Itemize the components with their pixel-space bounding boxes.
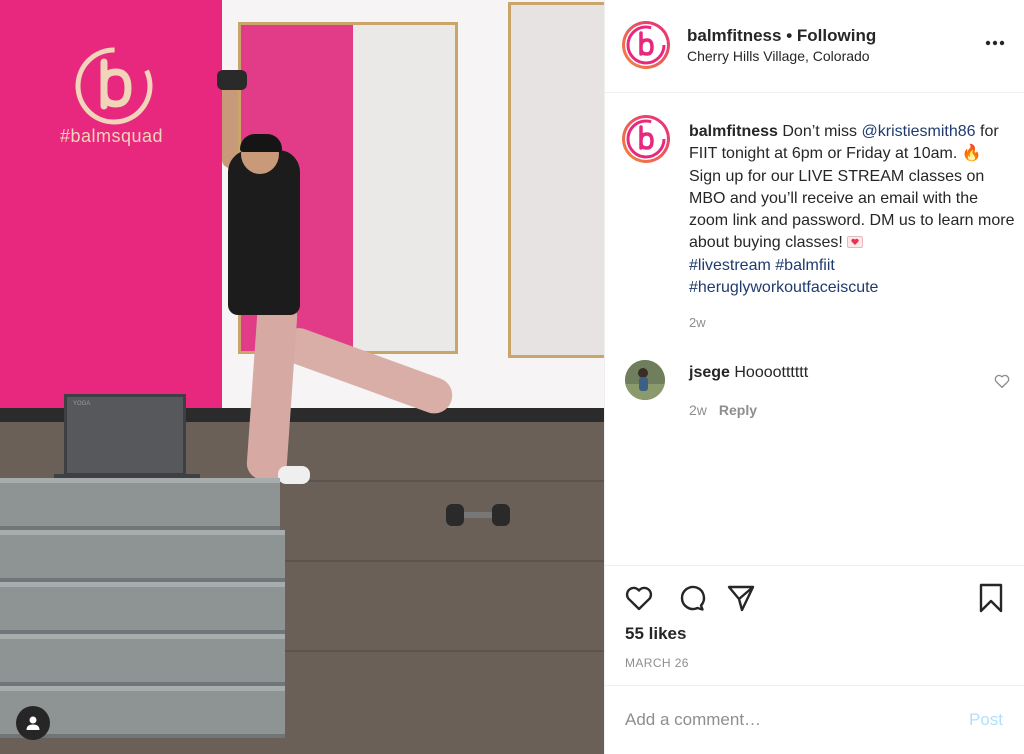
comment-input[interactable] bbox=[625, 706, 945, 734]
more-options-button[interactable] bbox=[977, 28, 1013, 58]
avatar[interactable] bbox=[621, 20, 671, 70]
reply-button[interactable]: Reply bbox=[719, 402, 757, 418]
follow-button[interactable]: Following bbox=[797, 26, 876, 45]
person-torso bbox=[228, 150, 300, 315]
caption-text-part: Don’t miss bbox=[777, 123, 862, 140]
post-panel: balmfitness • Following Cherry Hills Vil… bbox=[604, 0, 1024, 754]
caption-text: balmfitness Don’t miss @kristiesmith86 f… bbox=[689, 121, 1015, 299]
step-platform bbox=[0, 478, 280, 530]
mention-link[interactable]: @kristiesmith86 bbox=[862, 123, 976, 140]
comment-body: Hooootttttt bbox=[734, 364, 809, 381]
more-options-icon bbox=[985, 40, 1005, 46]
caption-timestamp[interactable]: 2w bbox=[689, 315, 706, 330]
dumbbell-raised bbox=[217, 70, 247, 90]
comment-bubble-icon[interactable] bbox=[675, 582, 707, 614]
action-bar: 55 likes MARCH 26 bbox=[605, 565, 1024, 685]
wall-logo-text: #balmsquad bbox=[60, 126, 164, 146]
laptop: YOGA bbox=[64, 394, 186, 476]
hashtag-link[interactable]: #heruglyworkoutfaceiscute bbox=[689, 279, 878, 296]
person-icon bbox=[26, 716, 40, 730]
post-comment-button[interactable]: Post bbox=[969, 710, 1003, 730]
tagged-users-button[interactable] bbox=[16, 706, 50, 740]
add-comment-bar: Post bbox=[605, 685, 1024, 754]
post-photo[interactable]: #balmsquad YOGA bbox=[0, 0, 604, 754]
person-shoe bbox=[278, 466, 310, 484]
hashtag-link[interactable]: #livestream bbox=[689, 257, 771, 274]
heart-outline-icon[interactable] bbox=[623, 582, 655, 614]
hashtag-link[interactable]: #balmfiit bbox=[775, 257, 835, 274]
avatar[interactable] bbox=[621, 114, 671, 164]
step-platform bbox=[0, 530, 285, 582]
heart-outline-icon[interactable] bbox=[993, 372, 1011, 390]
post-header: balmfitness • Following Cherry Hills Vil… bbox=[605, 0, 1024, 93]
commenter-avatar[interactable] bbox=[625, 360, 665, 400]
comment-timestamp[interactable]: 2w bbox=[689, 402, 707, 418]
post-date[interactable]: MARCH 26 bbox=[625, 656, 689, 670]
step-platform bbox=[0, 582, 285, 634]
laptop-brand: YOGA bbox=[73, 401, 91, 407]
mirror-right bbox=[508, 2, 604, 358]
commenter-photo bbox=[625, 360, 665, 400]
username-link[interactable]: balmfitness bbox=[687, 26, 781, 45]
step-platform bbox=[0, 634, 285, 686]
person-cap bbox=[240, 134, 282, 152]
bookmark-icon[interactable] bbox=[975, 582, 1007, 614]
location-link[interactable]: Cherry Hills Village, Colorado bbox=[687, 48, 870, 64]
comment-meta: 2w Reply bbox=[689, 402, 757, 418]
paper-plane-icon[interactable] bbox=[725, 582, 757, 614]
wall-logo bbox=[75, 47, 153, 125]
likes-count[interactable]: 55 likes bbox=[625, 624, 686, 644]
comment-text: jsege Hooootttttt bbox=[689, 364, 808, 382]
dumbbell-floor bbox=[446, 504, 510, 526]
separator-dot: • bbox=[786, 26, 793, 45]
fire-emoji: 🔥 bbox=[961, 145, 982, 163]
commenter-username[interactable]: jsege bbox=[689, 364, 730, 381]
caption-username[interactable]: balmfitness bbox=[689, 123, 778, 140]
love-letter-icon bbox=[847, 236, 864, 249]
comment-item: jsege Hooootttttt 2w Reply bbox=[605, 358, 1024, 418]
header-user-line: balmfitness • Following bbox=[687, 26, 876, 46]
